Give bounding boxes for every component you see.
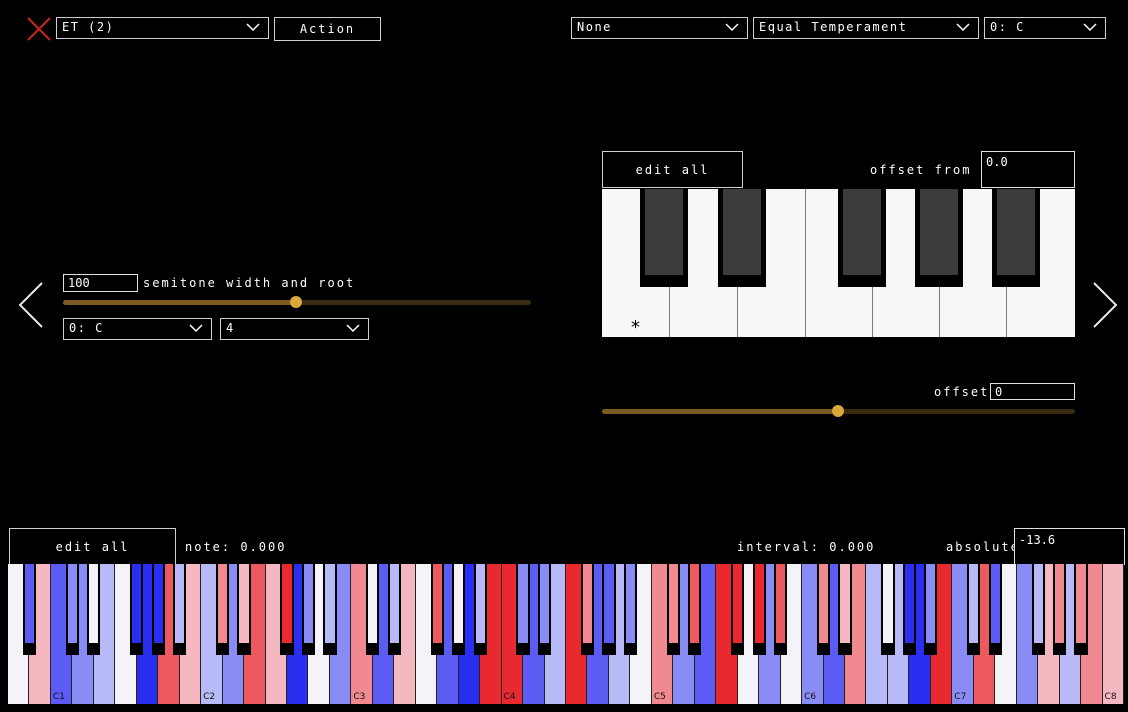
black-key-a-sharp[interactable] [992,189,1040,287]
piano-black-key[interactable] [688,564,702,655]
octave-label: C5 [653,692,666,702]
black-key-f-sharp[interactable] [838,189,886,287]
piano-black-key[interactable] [1074,564,1088,655]
octave-label: C6 [804,692,817,702]
preset-select[interactable]: ET (2) [56,17,269,39]
piano-black-key[interactable] [237,564,251,655]
piano-black-key[interactable] [301,564,316,655]
absolute-field[interactable]: -13.6 [1014,528,1125,565]
piano-black-key[interactable] [731,564,745,655]
piano-black-key[interactable] [22,564,37,655]
offset-label: offset: [934,385,999,399]
root-select[interactable]: 0: C [63,318,212,340]
chevron-down-icon [189,324,203,333]
piano-black-key[interactable] [173,564,187,655]
piano-black-key[interactable] [537,564,552,655]
chevron-left-icon[interactable] [16,280,46,330]
octave-label: C2 [203,692,216,702]
piano-black-key[interactable] [752,564,766,655]
octave-label: C4 [503,692,516,702]
octave-label: C8 [1104,692,1117,702]
piano-black-key[interactable] [130,564,144,655]
edit-all-button-bottom-label: edit all [55,540,130,554]
octave-label: C3 [353,692,366,702]
octave-label: C7 [954,692,967,702]
semitone-slider-thumb[interactable] [290,296,302,308]
piano-black-key[interactable] [838,564,852,655]
root-select-value: 0: C [69,321,104,335]
piano-black-key[interactable] [215,564,230,655]
octave-label: C1 [52,692,65,702]
offset-input[interactable] [990,383,1075,400]
black-key-c-sharp[interactable] [640,189,688,287]
offset-slider-fill [602,409,838,414]
temperament-select-value: Equal Temperament [759,20,908,34]
semitone-width-input[interactable] [63,274,138,292]
absolute-label: absolute [946,540,1020,554]
piano-black-key[interactable] [773,564,788,655]
offset-from-et-value: 0.0 [986,155,1008,169]
piano-black-key[interactable] [967,564,981,655]
piano-black-key[interactable] [1052,564,1067,655]
edit-all-button-top-label: edit all [635,163,710,177]
black-key-d-sharp[interactable] [718,189,766,287]
octave-keyboard: * [602,189,1075,338]
chevron-down-icon [1083,23,1097,32]
piano-black-key[interactable] [988,564,1002,655]
mode-select[interactable]: None [571,17,748,39]
piano-black-key[interactable] [623,564,638,655]
piano-black-key[interactable] [366,564,380,655]
semitone-width-label: semitone width and root [143,276,356,290]
piano-keyboard: C1 C2 C3 C4 C5 C6 C7 C8 [8,564,1124,704]
piano-white-key[interactable]: C8 [1102,564,1124,704]
piano-black-key[interactable] [881,564,895,655]
edit-all-button-top[interactable]: edit all [602,151,743,188]
piano-black-key[interactable] [323,564,337,655]
piano-black-key[interactable] [816,564,831,655]
key-select[interactable]: 0: C [984,17,1106,39]
chevron-down-icon [246,23,260,32]
mode-select-value: None [577,20,612,34]
note-readout: note: 0.000 [185,540,287,554]
octave-select-value: 4 [226,321,235,335]
black-key-g-sharp[interactable] [915,189,963,287]
piano-black-key[interactable] [580,564,595,655]
piano-black-key[interactable] [602,564,616,655]
piano-black-key[interactable] [280,564,294,655]
edit-all-button-bottom[interactable]: edit all [9,528,176,565]
piano-black-key[interactable] [87,564,101,655]
piano-black-key[interactable] [473,564,487,655]
piano-black-key[interactable] [1031,564,1045,655]
piano-black-key[interactable] [924,564,938,655]
action-button-label: Action [299,22,356,36]
piano-black-key[interactable] [65,564,80,655]
chevron-right-icon[interactable] [1090,280,1120,330]
offset-from-et-label: offset from ET [870,163,1000,177]
piano-black-key[interactable] [516,564,530,655]
chevron-down-icon [956,23,970,32]
absolute-value: -13.6 [1019,533,1056,547]
piano-black-key[interactable] [902,564,917,655]
root-marker: * [631,317,640,338]
offset-from-et-field[interactable]: 0.0 [981,151,1075,188]
piano-black-key[interactable] [452,564,466,655]
octave-select[interactable]: 4 [220,318,369,340]
piano-black-key[interactable] [666,564,680,655]
chevron-down-icon [346,324,360,333]
preset-select-value: ET (2) [62,20,115,34]
key-select-value: 0: C [990,20,1025,34]
piano-black-key[interactable] [430,564,444,655]
action-button[interactable]: Action [274,17,381,41]
offset-slider-thumb[interactable] [832,405,844,417]
temperament-select[interactable]: Equal Temperament [753,17,979,39]
interval-readout: interval: 0.000 [737,540,876,554]
chevron-down-icon [725,23,739,32]
piano-black-key[interactable] [387,564,401,655]
close-x-icon[interactable] [26,16,52,42]
piano-black-key[interactable] [151,564,165,655]
semitone-slider-fill [63,300,297,305]
